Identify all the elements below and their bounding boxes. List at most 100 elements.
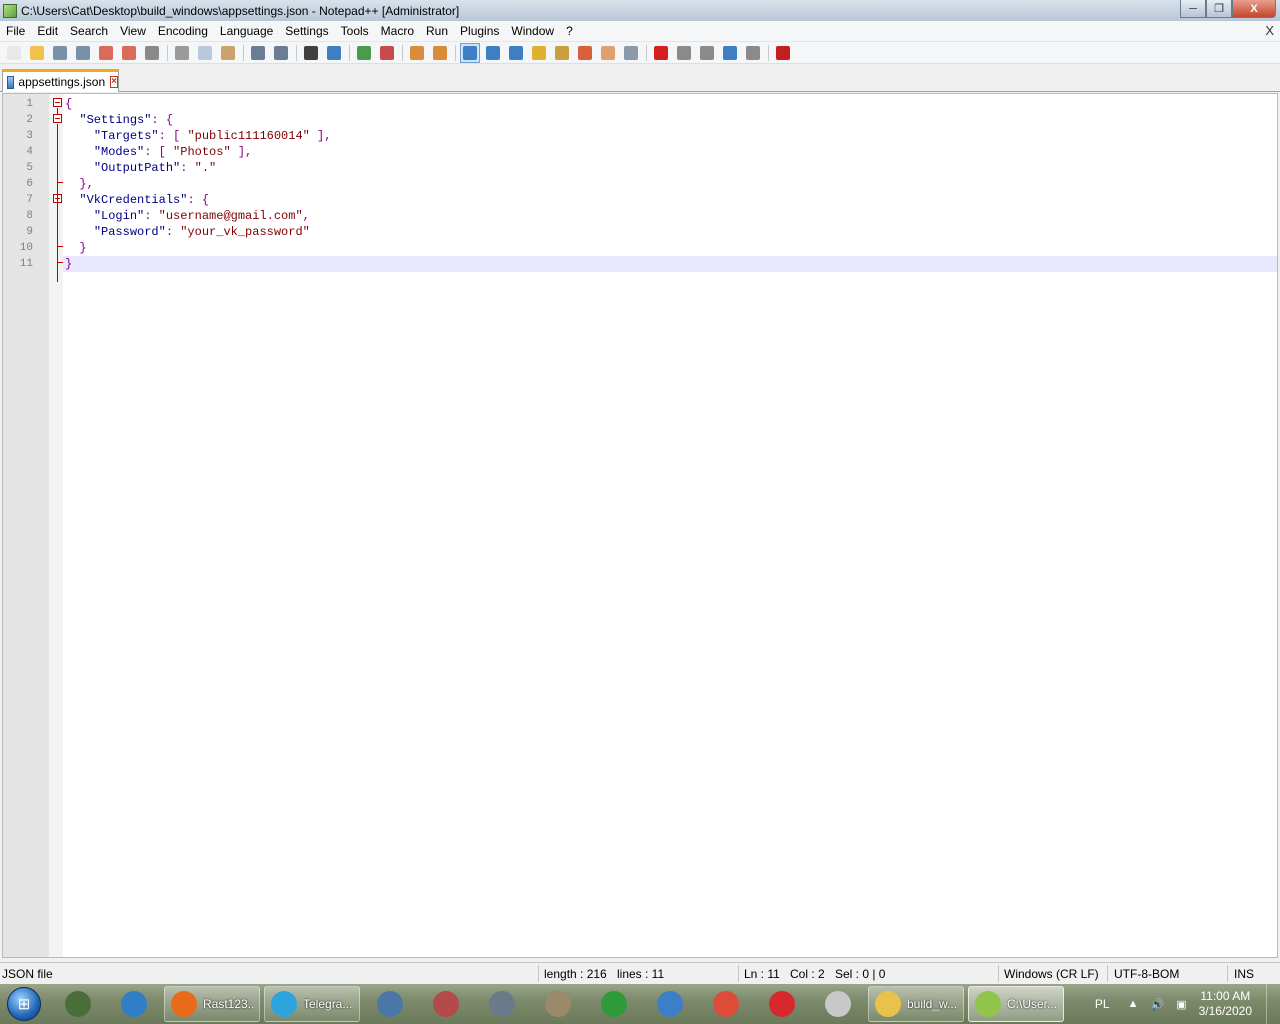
- editor-line[interactable]: "OutputPath": ".": [63, 160, 1277, 176]
- close-button[interactable]: [96, 43, 116, 63]
- line-code: }: [65, 240, 86, 256]
- print-button[interactable]: [142, 43, 162, 63]
- fold-toggle-line-1[interactable]: [53, 98, 62, 107]
- copy-button[interactable]: [195, 43, 215, 63]
- editor-line[interactable]: },: [63, 176, 1277, 192]
- archive-icon: [545, 991, 571, 1017]
- doc-map-button[interactable]: [552, 43, 572, 63]
- close-all-button[interactable]: [119, 43, 139, 63]
- menu-settings[interactable]: Settings: [279, 21, 334, 41]
- tab-close-icon[interactable]: ×: [110, 76, 118, 88]
- menu-macro[interactable]: Macro: [375, 21, 420, 41]
- editor-line[interactable]: "VkCredentials": {: [63, 192, 1277, 208]
- maximize-button[interactable]: ❐: [1206, 0, 1232, 18]
- monitoring-button[interactable]: [621, 43, 641, 63]
- archive-taskbar-item[interactable]: [532, 986, 584, 1022]
- new-file-button[interactable]: [4, 43, 24, 63]
- editor-line[interactable]: }: [63, 256, 1277, 272]
- json-punct: [65, 113, 79, 127]
- volume-icon[interactable]: 🔊: [1151, 998, 1165, 1011]
- fold-margin[interactable]: [49, 94, 63, 957]
- mega-taskbar-item[interactable]: [756, 986, 808, 1022]
- editor[interactable]: {1 "Settings": {2 "Targets": [ "public11…: [2, 93, 1278, 958]
- replace-button[interactable]: [324, 43, 344, 63]
- menu-plugins[interactable]: Plugins: [454, 21, 505, 41]
- notepadpp-taskbar-item[interactable]: C:\User...: [968, 986, 1064, 1022]
- editor-line[interactable]: }: [63, 240, 1277, 256]
- function-list-button[interactable]: [575, 43, 595, 63]
- line-code: "Targets": [ "public111160014" ],: [65, 128, 332, 144]
- json-punct: [65, 225, 94, 239]
- close-window-button[interactable]: X: [1232, 0, 1276, 18]
- cut-button[interactable]: [172, 43, 192, 63]
- tray-expand-icon[interactable]: ▲: [1128, 998, 1139, 1010]
- show-desktop-button[interactable]: [1266, 984, 1280, 1024]
- undo-button[interactable]: [248, 43, 268, 63]
- editor-line[interactable]: "Targets": [ "public111160014" ],: [63, 128, 1277, 144]
- menu-search[interactable]: Search: [64, 21, 114, 41]
- indent-guide-button[interactable]: [506, 43, 526, 63]
- save-all-button[interactable]: [73, 43, 93, 63]
- paste-button[interactable]: [218, 43, 238, 63]
- json-punct: : {: [187, 193, 210, 207]
- udl-icon: [532, 45, 546, 60]
- udl-button[interactable]: [529, 43, 549, 63]
- sync-vertical-button[interactable]: [407, 43, 427, 63]
- find-button[interactable]: [301, 43, 321, 63]
- open-file-button[interactable]: [27, 43, 47, 63]
- zoom-out-button[interactable]: [377, 43, 397, 63]
- clock-app-taskbar-item[interactable]: [812, 986, 864, 1022]
- download-taskbar-item[interactable]: [588, 986, 640, 1022]
- fold-toggle-line-2[interactable]: [53, 114, 62, 123]
- editor-line[interactable]: "Modes": [ "Photos" ],: [63, 144, 1277, 160]
- editor-line[interactable]: {: [63, 96, 1277, 112]
- menu-window[interactable]: Window: [505, 21, 560, 41]
- menu-encoding[interactable]: Encoding: [152, 21, 214, 41]
- telegram-taskbar-item[interactable]: Telegra...: [264, 986, 360, 1022]
- vk-taskbar-item[interactable]: [364, 986, 416, 1022]
- notepadpp-icon: [975, 991, 1001, 1017]
- menu-view[interactable]: View: [114, 21, 152, 41]
- menu-help[interactable]: ?: [560, 21, 579, 41]
- menu-run[interactable]: Run: [420, 21, 454, 41]
- network-icon[interactable]: ▣: [1176, 998, 1186, 1011]
- save-button[interactable]: [50, 43, 70, 63]
- menu-edit[interactable]: Edit: [31, 21, 64, 41]
- show-all-chars-button[interactable]: [483, 43, 503, 63]
- menu-file[interactable]: File: [0, 21, 31, 41]
- redo-button[interactable]: [271, 43, 291, 63]
- spell-check-button[interactable]: [773, 43, 793, 63]
- qbittorrent-taskbar-item[interactable]: [644, 986, 696, 1022]
- run-macro-multiple-button[interactable]: [720, 43, 740, 63]
- editor-line[interactable]: "Settings": {: [63, 112, 1277, 128]
- zoom-out-icon: [380, 45, 394, 60]
- scissors-taskbar-item[interactable]: [420, 986, 472, 1022]
- editor-line[interactable]: "Password": "your_vk_password": [63, 224, 1277, 240]
- lambda-taskbar-item[interactable]: [476, 986, 528, 1022]
- clock[interactable]: 11:00 AM 3/16/2020: [1199, 989, 1252, 1019]
- task-manager-taskbar-item[interactable]: [52, 986, 104, 1022]
- line-number: 6: [26, 178, 33, 190]
- save-macro-button[interactable]: [743, 43, 763, 63]
- menu-tools[interactable]: Tools: [335, 21, 375, 41]
- record-macro-button[interactable]: [651, 43, 671, 63]
- browser-taskbar-item[interactable]: [108, 986, 160, 1022]
- tab-appsettings-json[interactable]: appsettings.json ×: [2, 69, 119, 92]
- firefox-taskbar-item[interactable]: Rast123...: [164, 986, 260, 1022]
- menu-language[interactable]: Language: [214, 21, 279, 41]
- line-number: 3: [26, 130, 33, 142]
- minimize-button[interactable]: ─: [1180, 0, 1206, 18]
- close-document-button[interactable]: X: [1265, 23, 1274, 38]
- explorer-taskbar-item[interactable]: build_w...: [868, 986, 964, 1022]
- start-button[interactable]: ⊞: [0, 984, 48, 1024]
- chrome-taskbar-item[interactable]: [700, 986, 752, 1022]
- folder-workspace-button[interactable]: [598, 43, 618, 63]
- language-indicator[interactable]: PL: [1095, 997, 1110, 1011]
- word-wrap-button[interactable]: [460, 42, 480, 63]
- sync-horizontal-button[interactable]: [430, 43, 450, 63]
- play-macro-button[interactable]: [697, 43, 717, 63]
- notepadpp-app-icon[interactable]: [3, 3, 17, 18]
- zoom-in-button[interactable]: [354, 43, 374, 63]
- editor-line[interactable]: "Login": "username@gmail.com",: [63, 208, 1277, 224]
- stop-macro-button[interactable]: [674, 43, 694, 63]
